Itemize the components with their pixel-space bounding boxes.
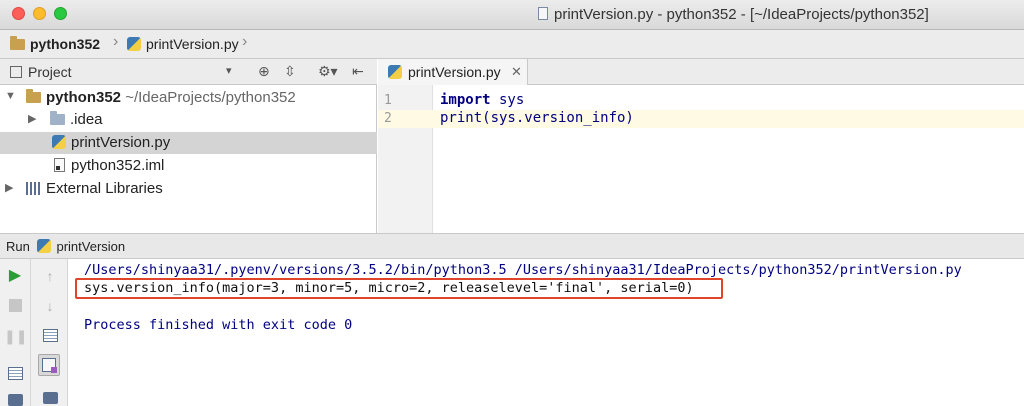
breadcrumb-file-label: printVersion.py	[146, 36, 239, 52]
code-line[interactable]: 1 import sys	[378, 92, 1024, 110]
iml-file-icon	[54, 158, 65, 172]
navigation-bar: python352 › printVersion.py ›	[0, 30, 1024, 59]
project-pane-header: Project ▾ ⊕ ⇳ ⚙▾ ⇤	[0, 59, 377, 85]
project-pane-title: Project	[28, 64, 72, 80]
tree-item-iml[interactable]: python352.iml	[0, 155, 377, 177]
code-line-current[interactable]: 2 print(sys.version_info)	[378, 110, 1024, 128]
print-icon[interactable]	[39, 387, 61, 406]
console-output-line: sys.version_info(major=3, minor=5, micro…	[84, 280, 694, 296]
hide-panel-icon[interactable]: ⇤	[352, 63, 364, 80]
breadcrumb-project[interactable]: python352	[10, 36, 100, 52]
up-arrow-icon[interactable]: ↑	[39, 265, 61, 287]
run-console[interactable]: /Users/shinyaa31/.pyenv/versions/3.5.2/b…	[68, 259, 1024, 406]
title-bar: printVersion.py - python352 - [~/IdeaPro…	[0, 0, 1024, 30]
line-number: 2	[384, 111, 392, 126]
python-file-icon	[37, 239, 52, 253]
tree-item-label: python352	[46, 89, 122, 106]
tree-item-label: .idea	[70, 111, 103, 128]
chevron-down-icon[interactable]: ▾	[226, 64, 232, 77]
project-view-icon	[10, 66, 22, 78]
window-title: printVersion.py - python352 - [~/IdeaPro…	[538, 6, 929, 23]
breadcrumb-chevron-icon: ›	[113, 33, 119, 50]
breadcrumb-file[interactable]: printVersion.py	[127, 36, 239, 52]
console-command-line: /Users/shinyaa31/.pyenv/versions/3.5.2/b…	[84, 262, 962, 278]
python-file-icon	[388, 65, 402, 79]
scroll-to-end-icon[interactable]	[38, 354, 60, 376]
library-icon	[26, 182, 41, 195]
tree-item-label: python352.iml	[71, 157, 165, 174]
settings-icon[interactable]	[4, 389, 26, 406]
python-file-icon	[538, 7, 548, 20]
python-file-icon	[52, 135, 66, 149]
window-title-text: printVersion.py - python352 - [~/IdeaPro…	[554, 6, 929, 23]
tree-item-external-libraries[interactable]: ▶ External Libraries	[0, 178, 377, 200]
breadcrumb-project-label: python352	[30, 36, 101, 52]
folder-icon	[50, 111, 65, 125]
breadcrumb-chevron-icon: ›	[242, 33, 248, 50]
scroll-from-source-icon[interactable]: ⊕	[258, 63, 270, 80]
collapsed-arrow-icon[interactable]: ▶	[28, 112, 36, 125]
tree-item-idea[interactable]: ▶ .idea	[0, 109, 377, 131]
down-arrow-icon[interactable]: ↓	[39, 295, 61, 317]
line-number: 1	[384, 93, 392, 108]
collapsed-arrow-icon[interactable]: ▶	[5, 181, 13, 194]
tab-printversion[interactable]: printVersion.py ✕	[378, 59, 528, 85]
stop-icon[interactable]	[4, 295, 26, 317]
tree-item-label: External Libraries	[46, 180, 163, 197]
zoom-window-button[interactable]	[54, 7, 67, 20]
code-editor: printVersion.py ✕ 1 import sys 2 print(s…	[378, 59, 1024, 233]
code-text: sys	[490, 92, 525, 108]
run-toolbar-primary: ▶ ❚❚	[0, 259, 31, 406]
editor-tab-bar: printVersion.py ✕	[378, 59, 1024, 85]
tree-item-printversion[interactable]: printVersion.py	[0, 132, 377, 154]
code-text: print(sys.version_info)	[440, 110, 634, 126]
minimize-window-button[interactable]	[33, 7, 46, 20]
run-tool-window-header: Run printVersion	[0, 233, 1024, 259]
project-folder-icon	[26, 89, 41, 103]
console-exit-line: Process finished with exit code 0	[84, 317, 353, 333]
pause-icon[interactable]: ❚❚	[4, 325, 27, 347]
tree-item-project-root[interactable]: ▼ python352 ~/IdeaProjects/python352	[0, 87, 377, 109]
run-toolbar-secondary: ↑ ↓	[31, 259, 68, 406]
code-keyword: import	[440, 92, 491, 108]
gear-icon[interactable]: ⚙▾	[318, 63, 338, 80]
expanded-arrow-icon[interactable]: ▼	[5, 90, 16, 102]
close-icon[interactable]: ✕	[511, 64, 522, 80]
python-file-icon	[127, 37, 141, 51]
project-tool-window: Project ▾ ⊕ ⇳ ⚙▾ ⇤ ▼ python352 ~/IdeaPro…	[0, 59, 377, 233]
close-window-button[interactable]	[12, 7, 25, 20]
run-title: Run printVersion	[6, 239, 125, 254]
tab-label: printVersion.py	[408, 64, 501, 80]
run-configuration-name: printVersion	[56, 239, 126, 254]
soft-wrap-icon[interactable]	[39, 325, 61, 347]
tree-item-path: ~/IdeaProjects/python352	[125, 89, 296, 106]
project-view-selector[interactable]: Project	[10, 64, 72, 80]
run-label: Run	[6, 239, 30, 254]
tree-item-label: printVersion.py	[71, 134, 171, 151]
collapse-all-icon[interactable]: ⇳	[284, 63, 296, 80]
rerun-icon[interactable]: ▶	[4, 265, 26, 287]
restore-layout-icon[interactable]	[4, 363, 26, 385]
project-folder-icon	[10, 36, 25, 50]
